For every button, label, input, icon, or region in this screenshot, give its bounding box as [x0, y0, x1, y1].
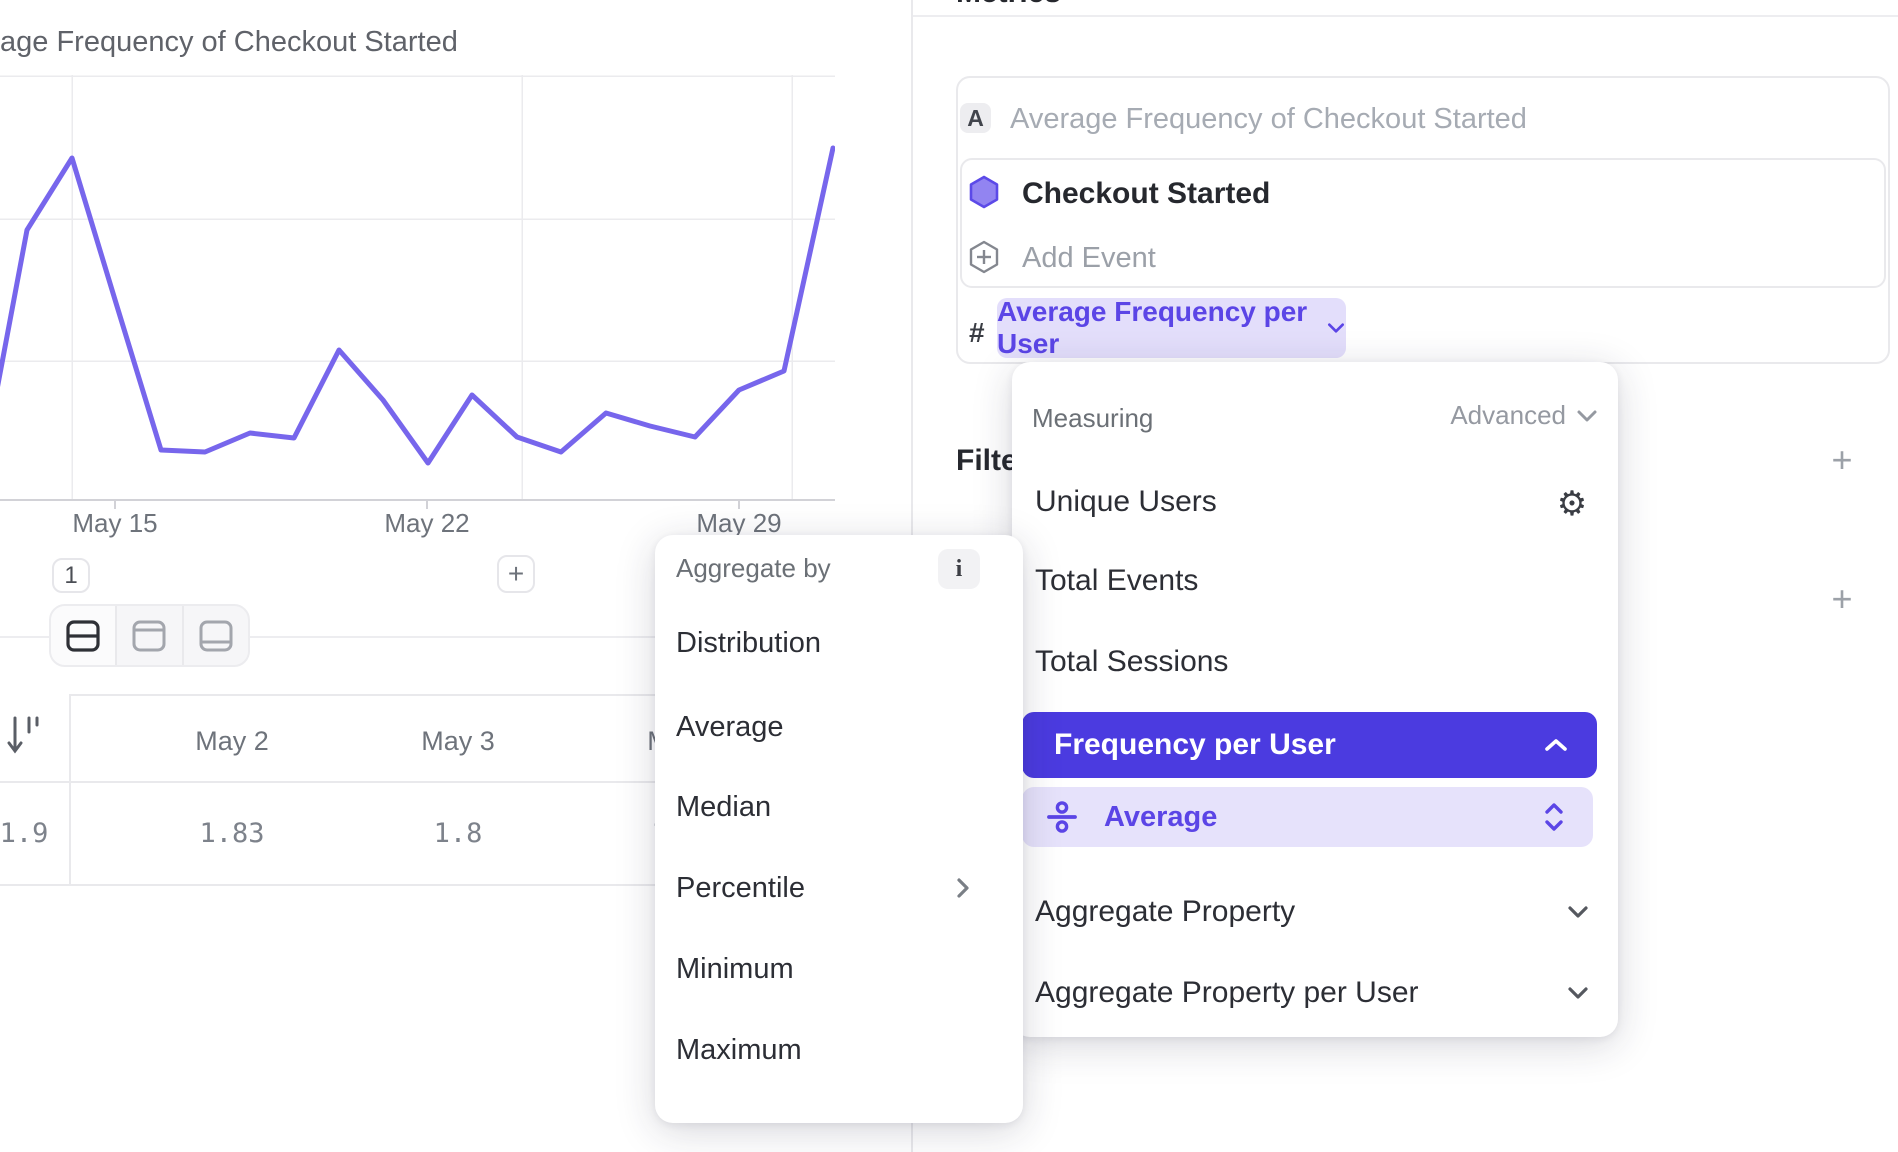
menu-item-total-events[interactable]: Total Events: [1012, 558, 1618, 604]
advanced-toggle[interactable]: Advanced: [1450, 400, 1598, 431]
interval-chip[interactable]: 1: [52, 558, 90, 593]
item-label: Percentile: [676, 872, 805, 905]
sort-icon[interactable]: [6, 714, 40, 763]
split-equal-icon: [65, 619, 101, 653]
chart-line-series: [0, 148, 833, 480]
chevron-down-icon: [1576, 409, 1598, 423]
item-label: Aggregate Property: [1035, 895, 1295, 929]
menu-item-median[interactable]: Median: [655, 785, 1023, 829]
chart-title: age Frequency of Checkout Started: [0, 26, 458, 59]
layout-toggle-group: [49, 604, 250, 667]
chevron-down-icon: [1566, 986, 1590, 1001]
metric-name-input[interactable]: Average Frequency of Checkout Started: [1010, 103, 1527, 136]
x-tick-may-22: May 22: [357, 508, 497, 539]
menu-item-aggregate-property-per-user[interactable]: Aggregate Property per User: [1012, 970, 1618, 1016]
chevron-up-icon: [1543, 737, 1569, 753]
measurement-hash-icon: #: [969, 317, 985, 349]
layout-split-equal-button[interactable]: [51, 606, 115, 665]
menu-item-minimum[interactable]: Minimum: [655, 947, 1023, 991]
add-event-button[interactable]: Add Event: [1022, 242, 1156, 275]
table-cell-clipped: 1.9: [0, 818, 94, 849]
event-row[interactable]: Checkout Started: [1022, 177, 1270, 211]
average-division-icon: [1046, 801, 1078, 833]
table-cell-may-2: 1.83: [162, 818, 302, 849]
table-header-may-2[interactable]: May 2: [162, 726, 302, 757]
split-bottom-icon: [198, 619, 234, 653]
x-tick-may-15: May 15: [45, 508, 185, 539]
menu-item-aggregate-property[interactable]: Aggregate Property: [1012, 889, 1618, 935]
add-filter-button[interactable]: +: [1820, 438, 1864, 482]
line-chart-plot: [0, 75, 835, 512]
split-top-icon: [131, 619, 167, 653]
measuring-menu-title: Measuring: [1032, 403, 1153, 434]
selected-item-label: Frequency per User: [1054, 728, 1336, 762]
menu-subitem-average[interactable]: Average: [1022, 787, 1593, 847]
menu-item-average[interactable]: Average: [655, 705, 1023, 749]
chevron-up-down-icon: [1543, 802, 1565, 832]
header-divider: [913, 15, 1898, 17]
layout-table-focus-button[interactable]: [182, 606, 248, 665]
chevron-down-icon: [1566, 905, 1590, 920]
layout-chart-focus-button[interactable]: [115, 606, 181, 665]
chevron-down-icon: [1326, 320, 1346, 336]
table-column-separator: [69, 694, 71, 886]
add-breakdown-button[interactable]: +: [1820, 577, 1864, 621]
subitem-label: Average: [1104, 801, 1217, 834]
metrics-section-title: Metrics: [956, 0, 1061, 10]
info-icon[interactable]: i: [938, 549, 980, 589]
menu-item-distribution[interactable]: Distribution: [655, 621, 1023, 665]
table-header-may-3[interactable]: May 3: [388, 726, 528, 757]
chart-gridlines: [0, 75, 835, 500]
item-label: Aggregate Property per User: [1035, 976, 1419, 1010]
menu-item-percentile[interactable]: Percentile: [655, 866, 1023, 910]
measurement-dropdown-label: Average Frequency per User: [997, 296, 1314, 360]
measurement-dropdown[interactable]: Average Frequency per User: [997, 298, 1346, 358]
menu-item-frequency-per-user-selected[interactable]: Frequency per User: [1022, 712, 1597, 778]
chevron-right-icon: [956, 876, 971, 900]
measuring-menu: Measuring Advanced Unique Users ⚙ Total …: [1012, 362, 1618, 1037]
aggregate-menu-title: Aggregate by: [676, 553, 831, 584]
add-event-hexagon-icon: [968, 240, 1000, 279]
add-chart-button[interactable]: +: [497, 555, 535, 593]
metric-letter-badge: A: [960, 103, 991, 133]
advanced-label: Advanced: [1450, 400, 1566, 431]
menu-item-unique-users[interactable]: Unique Users: [1012, 479, 1618, 525]
gear-icon[interactable]: ⚙: [1552, 484, 1592, 524]
aggregate-by-menu: Aggregate by i Distribution Average Medi…: [655, 535, 1023, 1123]
event-hexagon-icon: [968, 175, 1000, 214]
menu-item-maximum[interactable]: Maximum: [655, 1028, 1023, 1072]
menu-item-total-sessions[interactable]: Total Sessions: [1012, 639, 1618, 685]
table-cell-may-3: 1.8: [388, 818, 528, 849]
